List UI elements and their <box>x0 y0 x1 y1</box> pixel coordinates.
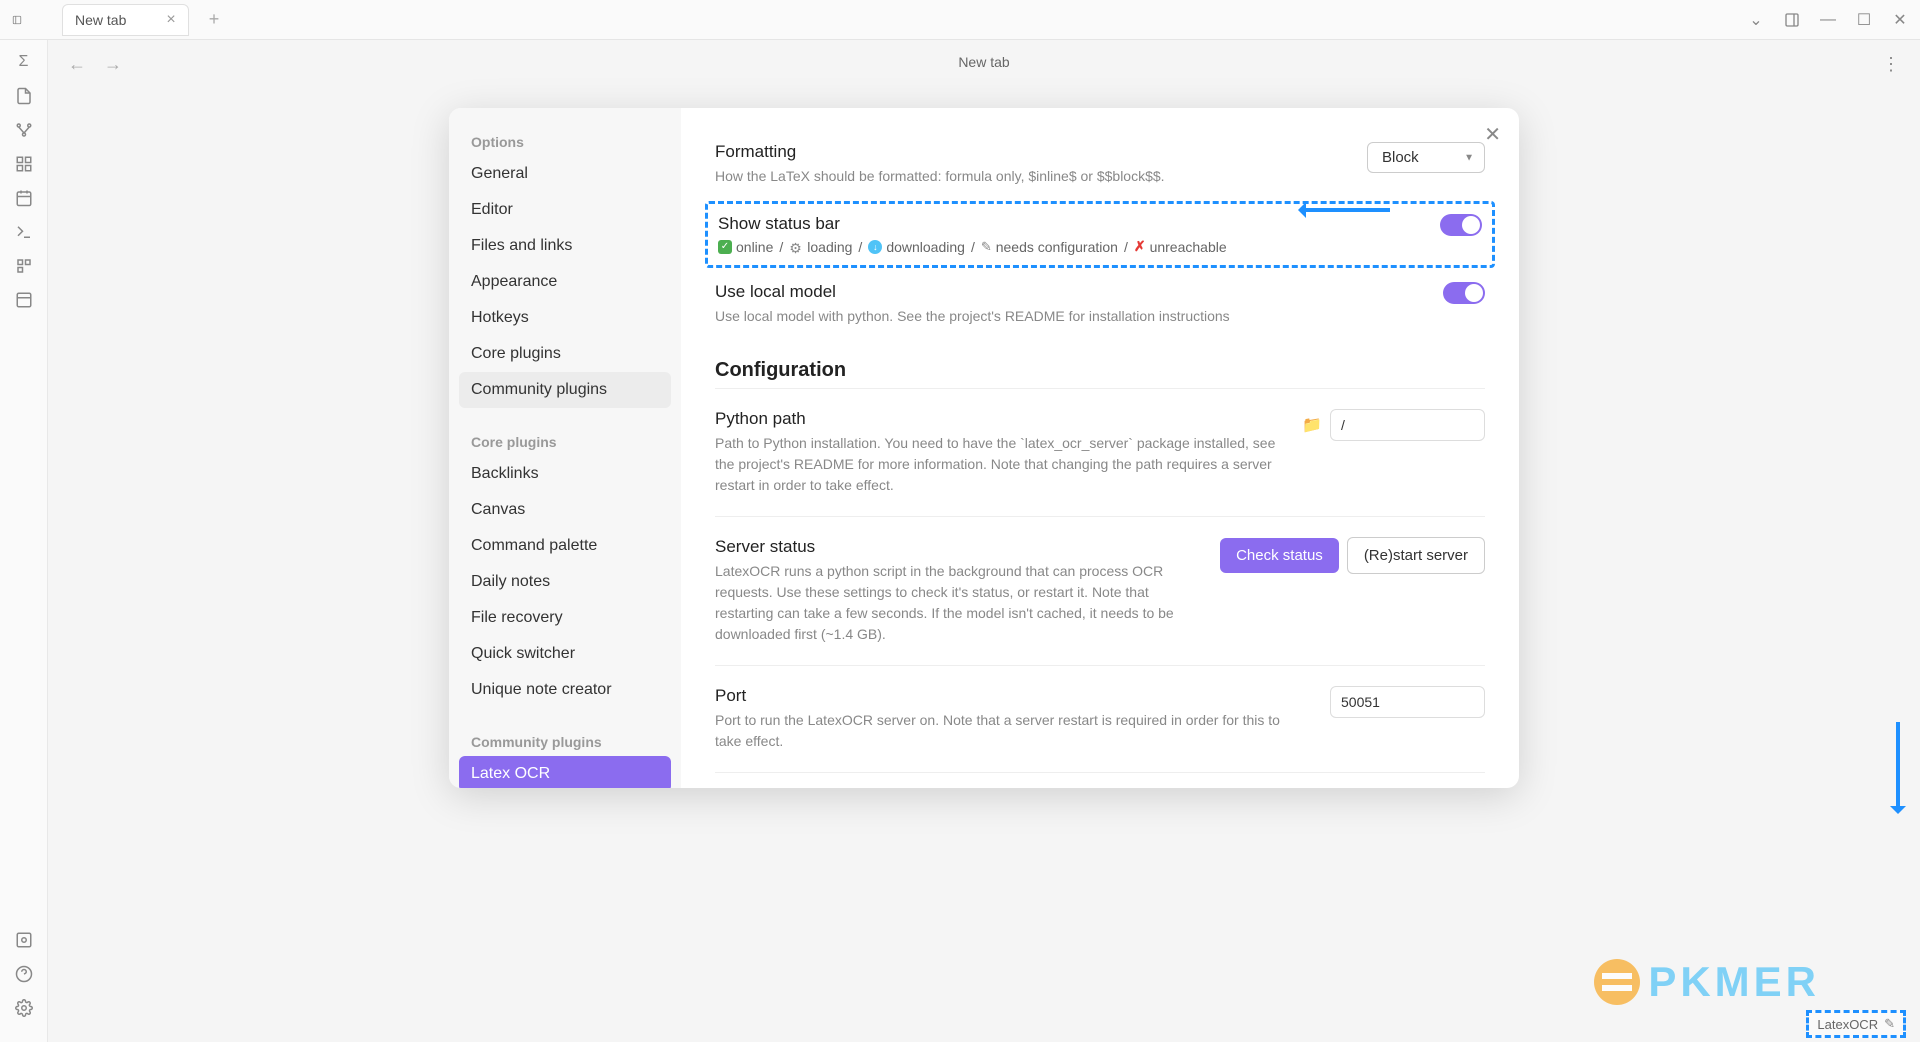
calendar-icon[interactable] <box>14 188 34 208</box>
settings-icon[interactable] <box>14 998 34 1018</box>
tab-new[interactable]: New tab × <box>62 4 189 36</box>
section-header-core: Core plugins <box>459 426 671 456</box>
setting-local-title: Use local model <box>715 282 1423 302</box>
new-tab-button[interactable]: + <box>209 9 220 30</box>
nav-editor[interactable]: Editor <box>459 192 671 228</box>
arrow-annotation-2 <box>1896 722 1900 812</box>
terminal-icon[interactable] <box>14 222 34 242</box>
nav-backlinks[interactable]: Backlinks <box>459 456 671 492</box>
port-input[interactable] <box>1330 686 1485 718</box>
watermark: PKMER <box>1594 958 1820 1006</box>
folder-icon[interactable]: 📁 <box>1302 415 1322 435</box>
nav-appearance[interactable]: Appearance <box>459 264 671 300</box>
setting-formatting-title: Formatting <box>715 142 1347 162</box>
watermark-logo-icon <box>1594 959 1640 1005</box>
pen-icon: ✎ <box>981 239 992 255</box>
setting-local-desc: Use local model with python. See the pro… <box>715 306 1423 327</box>
nav-quick-switcher[interactable]: Quick switcher <box>459 636 671 672</box>
chevron-down-icon[interactable]: ⌄ <box>1748 12 1764 28</box>
nav-files-links[interactable]: Files and links <box>459 228 671 264</box>
nav-core-plugins[interactable]: Core plugins <box>459 336 671 372</box>
x-icon: ✗ <box>1134 238 1146 255</box>
python-path-input[interactable] <box>1330 409 1485 441</box>
check-status-button[interactable]: Check status <box>1220 538 1339 573</box>
panel-icon[interactable] <box>1784 12 1800 28</box>
nav-canvas[interactable]: Canvas <box>459 492 671 528</box>
vault-icon[interactable] <box>14 930 34 950</box>
collapse-icon[interactable] <box>14 290 34 310</box>
file-icon[interactable] <box>14 86 34 106</box>
statusbar-indicator[interactable]: LatexOCR ✎ <box>1806 1010 1906 1038</box>
sigma-icon[interactable]: Σ <box>14 52 34 72</box>
setting-server-desc: LatexOCR runs a python script in the bac… <box>715 561 1200 645</box>
graph-icon[interactable] <box>14 120 34 140</box>
titlebar: New tab × + ⌄ — ☐ ✕ <box>0 0 1920 40</box>
maximize-button[interactable]: ☐ <box>1856 12 1872 28</box>
close-icon[interactable]: × <box>166 11 175 29</box>
sidebar-toggle-icon[interactable] <box>8 11 26 29</box>
tab-label: New tab <box>75 12 126 28</box>
setting-python-title: Python path <box>715 409 1282 429</box>
section-header-options: Options <box>459 126 671 156</box>
formatting-select[interactable]: Block <box>1367 142 1485 173</box>
help-icon[interactable] <box>14 964 34 984</box>
nav-latex-ocr[interactable]: Latex OCR <box>459 756 671 788</box>
minimize-button[interactable]: — <box>1820 12 1836 28</box>
setting-formatting-desc: How the LaTeX should be formatted: formu… <box>715 166 1347 187</box>
section-header-community: Community plugins <box>459 726 671 756</box>
pen-icon: ✎ <box>1884 1016 1895 1032</box>
local-model-toggle[interactable] <box>1443 282 1485 304</box>
nav-file-recovery[interactable]: File recovery <box>459 600 671 636</box>
setting-statusbar-title: Show status bar <box>718 214 1420 234</box>
close-window-button[interactable]: ✕ <box>1892 12 1908 28</box>
setting-python-desc: Path to Python installation. You need to… <box>715 433 1282 496</box>
check-icon: ✓ <box>718 240 732 254</box>
setting-port-desc: Port to run the LatexOCR server on. Note… <box>715 710 1310 752</box>
nav-general[interactable]: General <box>459 156 671 192</box>
nav-unique-note[interactable]: Unique note creator <box>459 672 671 708</box>
statusbar-toggle[interactable] <box>1440 214 1482 236</box>
nav-daily-notes[interactable]: Daily notes <box>459 564 671 600</box>
nav-community-plugins[interactable]: Community plugins <box>459 372 671 408</box>
grid-icon[interactable] <box>14 154 34 174</box>
nav-command-palette[interactable]: Command palette <box>459 528 671 564</box>
settings-content: ✕ Formatting How the LaTeX should be for… <box>681 108 1519 788</box>
restart-server-button[interactable]: (Re)start server <box>1347 537 1485 574</box>
template-icon[interactable] <box>14 256 34 276</box>
left-ribbon: Σ <box>0 40 48 1042</box>
close-modal-button[interactable]: ✕ <box>1484 122 1501 147</box>
setting-port-title: Port <box>715 686 1310 706</box>
setting-server-title: Server status <box>715 537 1200 557</box>
status-indicators: ✓ online / ⚙ loading / ↓ downloading / ✎… <box>718 238 1420 255</box>
nav-hotkeys[interactable]: Hotkeys <box>459 300 671 336</box>
settings-sidebar: Options General Editor Files and links A… <box>449 108 681 788</box>
gear-icon: ⚙ <box>789 240 803 254</box>
download-icon: ↓ <box>868 240 882 254</box>
config-heading: Configuration <box>715 359 1485 382</box>
arrow-annotation-1 <box>1300 208 1390 212</box>
